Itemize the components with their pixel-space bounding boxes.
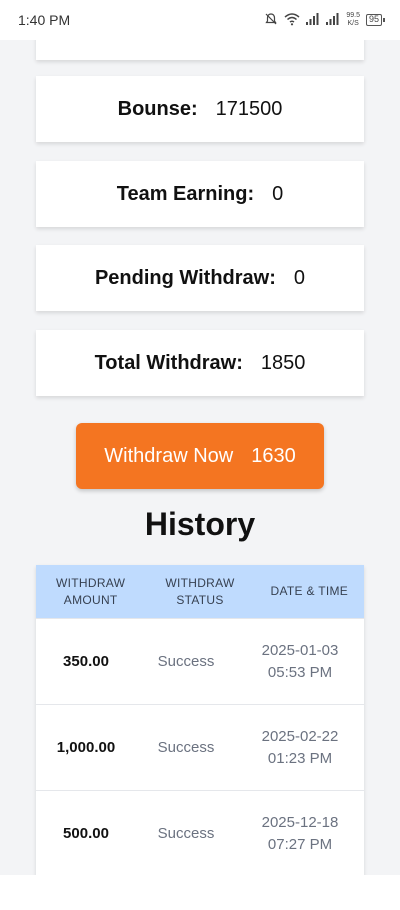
withdraw-status: Success <box>157 739 215 756</box>
stat-card-total-withdraw: Total Withdraw: 1850 <box>36 330 364 396</box>
withdraw-amount: 500.00 <box>63 825 109 842</box>
withdraw-status: Success <box>157 653 215 670</box>
stat-label: Pending Withdraw: <box>94 266 276 289</box>
signal-icon <box>306 12 320 28</box>
withdraw-amount: 350.00 <box>63 653 109 670</box>
table-row: 1,000.00 Success 2025-02-22 01:23 PM <box>36 704 364 790</box>
withdraw-button-amount: 1630 <box>251 444 296 467</box>
stat-value: 0 <box>272 182 284 205</box>
history-table: WITHDRAW AMOUNT WITHDRAW STATUS DATE & T… <box>36 565 364 875</box>
withdraw-button-label: Withdraw Now <box>104 444 234 467</box>
stat-card-partial <box>36 40 364 60</box>
status-icons: 99.5 K/S 95 <box>264 12 386 29</box>
mute-notification-icon <box>264 12 278 29</box>
stat-value: 0 <box>293 266 306 289</box>
stat-card-bonus: Bounse: 171500 <box>36 76 364 142</box>
stat-card-team-earning: Team Earning: 0 <box>36 161 364 227</box>
net-speed: 99.5 K/S <box>346 12 360 27</box>
table-row: 500.00 Success 2025-12-18 07:27 PM <box>36 790 364 875</box>
withdraw-date: 2025-02-22 01:23 PM <box>261 727 339 767</box>
table-header: WITHDRAW AMOUNT WITHDRAW STATUS DATE & T… <box>36 565 364 618</box>
withdraw-now-button[interactable]: Withdraw Now 1630 <box>76 423 324 489</box>
history-title: History <box>144 506 256 542</box>
withdraw-amount: 1,000.00 <box>56 739 116 756</box>
bottom-area <box>0 875 400 910</box>
column-header: DATE & TIME <box>270 584 349 598</box>
column-header: WITHDRAW AMOUNT <box>56 575 126 607</box>
signal-icon-2 <box>326 12 340 28</box>
withdraw-date: 2025-01-03 05:53 PM <box>261 641 339 681</box>
stat-value: 1850 <box>260 351 306 374</box>
status-time: 1:40 PM <box>18 12 71 28</box>
stat-card-pending-withdraw: Pending Withdraw: 0 <box>36 245 364 311</box>
wifi-icon <box>284 12 300 29</box>
stat-label: Team Earning: <box>116 182 255 205</box>
stat-label: Bounse: <box>117 97 198 120</box>
stat-label: Total Withdraw: <box>94 351 243 374</box>
stat-value: 171500 <box>215 97 283 120</box>
withdraw-status: Success <box>157 825 215 842</box>
withdraw-date: 2025-12-18 07:27 PM <box>261 813 339 853</box>
page-content: Bounse: 171500 Team Earning: 0 Pending W… <box>0 40 400 875</box>
column-header: WITHDRAW STATUS <box>165 575 235 607</box>
status-bar: 1:40 PM 99.5 K/S 95 <box>0 0 400 40</box>
battery-icon: 95 <box>365 14 386 26</box>
table-row: 350.00 Success 2025-01-03 05:53 PM <box>36 618 364 704</box>
